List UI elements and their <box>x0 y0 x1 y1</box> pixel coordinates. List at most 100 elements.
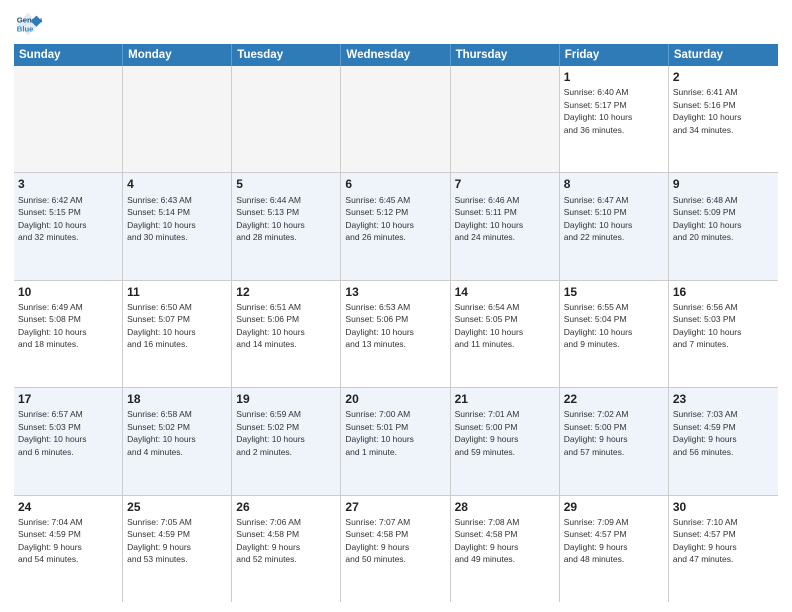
day-cell-20: 20 Sunrise: 7:00 AM Sunset: 5:01 PM Dayli… <box>341 388 450 494</box>
day-cell-4: 4 Sunrise: 6:43 AM Sunset: 5:14 PM Daylig… <box>123 173 232 279</box>
day-number: 21 <box>455 391 555 407</box>
calendar-body: 1 Sunrise: 6:40 AM Sunset: 5:17 PM Daylig… <box>14 66 778 602</box>
day-cell-19: 19Sunrise: 6:59 AM Sunset: 5:02 PM Dayli… <box>232 388 341 494</box>
day-cell-30: 30 Sunrise: 7:10 AM Sunset: 4:57 PM Dayli… <box>669 496 778 602</box>
day-cell-26: 26 Sunrise: 7:06 AM Sunset: 4:58 PM Dayli… <box>232 496 341 602</box>
day-number: 28 <box>455 499 555 515</box>
day-number: 18 <box>127 391 227 407</box>
day-cell-25: 25 Sunrise: 7:05 AM Sunset: 4:59 PM Dayli… <box>123 496 232 602</box>
day-cell-8: 8 Sunrise: 6:47 AM Sunset: 5:10 PM Daylig… <box>560 173 669 279</box>
day-number: 25 <box>127 499 227 515</box>
day-cell-29: 29 Sunrise: 7:09 AM Sunset: 4:57 PM Dayli… <box>560 496 669 602</box>
day-info: Sunrise: 6:43 AM Sunset: 5:14 PM Dayligh… <box>127 195 196 242</box>
day-cell-18: 18 Sunrise: 6:58 AM Sunset: 5:02 PM Dayli… <box>123 388 232 494</box>
day-cell-21: 21Sunrise: 7:01 AM Sunset: 5:00 PM Dayli… <box>451 388 560 494</box>
day-cell-12: 12 Sunrise: 6:51 AM Sunset: 5:06 PM Dayli… <box>232 281 341 387</box>
day-number: 23 <box>673 391 774 407</box>
empty-cell-r0c1 <box>123 66 232 172</box>
day-number: 24 <box>18 499 118 515</box>
day-number: 4 <box>127 176 227 192</box>
day-number: 16 <box>673 284 774 300</box>
day-cell-17: 17Sunrise: 6:57 AM Sunset: 5:03 PM Dayli… <box>14 388 123 494</box>
header: General Blue <box>14 10 778 38</box>
day-number: 8 <box>564 176 664 192</box>
day-header-wednesday: Wednesday <box>341 44 450 66</box>
day-info: Sunrise: 7:08 AM Sunset: 4:58 PM Dayligh… <box>455 517 520 564</box>
day-cell-23: 23 Sunrise: 7:03 AM Sunset: 4:59 PM Dayli… <box>669 388 778 494</box>
day-info: Sunrise: 6:51 AM Sunset: 5:06 PM Dayligh… <box>236 302 305 349</box>
calendar-row-1: 3 Sunrise: 6:42 AM Sunset: 5:15 PM Daylig… <box>14 173 778 280</box>
day-cell-10: 10 Sunrise: 6:49 AM Sunset: 5:08 PM Dayli… <box>14 281 123 387</box>
day-cell-5: 5 Sunrise: 6:44 AM Sunset: 5:13 PM Daylig… <box>232 173 341 279</box>
day-info: Sunrise: 6:55 AM Sunset: 5:04 PM Dayligh… <box>564 302 633 349</box>
day-number: 14 <box>455 284 555 300</box>
day-cell-9: 9Sunrise: 6:48 AM Sunset: 5:09 PM Daylig… <box>669 173 778 279</box>
empty-cell-r0c3 <box>341 66 450 172</box>
day-info: Sunrise: 7:06 AM Sunset: 4:58 PM Dayligh… <box>236 517 301 564</box>
day-header-friday: Friday <box>560 44 669 66</box>
calendar-row-3: 17Sunrise: 6:57 AM Sunset: 5:03 PM Dayli… <box>14 388 778 495</box>
day-info: Sunrise: 6:58 AM Sunset: 5:02 PM Dayligh… <box>127 409 196 456</box>
day-info: Sunrise: 7:05 AM Sunset: 4:59 PM Dayligh… <box>127 517 192 564</box>
day-number: 30 <box>673 499 774 515</box>
empty-cell-r0c0 <box>14 66 123 172</box>
day-number: 6 <box>345 176 445 192</box>
day-cell-24: 24 Sunrise: 7:04 AM Sunset: 4:59 PM Dayli… <box>14 496 123 602</box>
day-cell-13: 13Sunrise: 6:53 AM Sunset: 5:06 PM Dayli… <box>341 281 450 387</box>
day-cell-16: 16Sunrise: 6:56 AM Sunset: 5:03 PM Dayli… <box>669 281 778 387</box>
day-info: Sunrise: 6:54 AM Sunset: 5:05 PM Dayligh… <box>455 302 524 349</box>
day-header-saturday: Saturday <box>669 44 778 66</box>
day-info: Sunrise: 7:04 AM Sunset: 4:59 PM Dayligh… <box>18 517 83 564</box>
day-info: Sunrise: 6:44 AM Sunset: 5:13 PM Dayligh… <box>236 195 305 242</box>
day-number: 26 <box>236 499 336 515</box>
day-info: Sunrise: 6:59 AM Sunset: 5:02 PM Dayligh… <box>236 409 305 456</box>
day-info: Sunrise: 7:03 AM Sunset: 4:59 PM Dayligh… <box>673 409 738 456</box>
day-number: 12 <box>236 284 336 300</box>
day-info: Sunrise: 6:48 AM Sunset: 5:09 PM Dayligh… <box>673 195 742 242</box>
day-info: Sunrise: 6:45 AM Sunset: 5:12 PM Dayligh… <box>345 195 414 242</box>
day-info: Sunrise: 6:47 AM Sunset: 5:10 PM Dayligh… <box>564 195 633 242</box>
day-cell-22: 22 Sunrise: 7:02 AM Sunset: 5:00 PM Dayli… <box>560 388 669 494</box>
day-number: 22 <box>564 391 664 407</box>
day-cell-7: 7Sunrise: 6:46 AM Sunset: 5:11 PM Daylig… <box>451 173 560 279</box>
day-info: Sunrise: 6:46 AM Sunset: 5:11 PM Dayligh… <box>455 195 524 242</box>
day-info: Sunrise: 7:00 AM Sunset: 5:01 PM Dayligh… <box>345 409 414 456</box>
day-number: 2 <box>673 69 774 85</box>
logo-icon: General Blue <box>14 10 42 38</box>
day-number: 10 <box>18 284 118 300</box>
day-number: 11 <box>127 284 227 300</box>
day-number: 3 <box>18 176 118 192</box>
day-info: Sunrise: 7:10 AM Sunset: 4:57 PM Dayligh… <box>673 517 738 564</box>
day-number: 1 <box>564 69 664 85</box>
day-number: 5 <box>236 176 336 192</box>
day-header-thursday: Thursday <box>451 44 560 66</box>
day-info: Sunrise: 6:50 AM Sunset: 5:07 PM Dayligh… <box>127 302 196 349</box>
day-number: 17 <box>18 391 118 407</box>
day-header-sunday: Sunday <box>14 44 123 66</box>
day-cell-28: 28 Sunrise: 7:08 AM Sunset: 4:58 PM Dayli… <box>451 496 560 602</box>
day-info: Sunrise: 7:09 AM Sunset: 4:57 PM Dayligh… <box>564 517 629 564</box>
day-number: 20 <box>345 391 445 407</box>
day-info: Sunrise: 6:42 AM Sunset: 5:15 PM Dayligh… <box>18 195 87 242</box>
day-cell-11: 11 Sunrise: 6:50 AM Sunset: 5:07 PM Dayli… <box>123 281 232 387</box>
day-info: Sunrise: 6:49 AM Sunset: 5:08 PM Dayligh… <box>18 302 87 349</box>
calendar-row-4: 24 Sunrise: 7:04 AM Sunset: 4:59 PM Dayli… <box>14 496 778 602</box>
day-cell-27: 27Sunrise: 7:07 AM Sunset: 4:58 PM Dayli… <box>341 496 450 602</box>
calendar-row-0: 1 Sunrise: 6:40 AM Sunset: 5:17 PM Daylig… <box>14 66 778 173</box>
empty-cell-r0c2 <box>232 66 341 172</box>
day-number: 15 <box>564 284 664 300</box>
day-cell-2: 2Sunrise: 6:41 AM Sunset: 5:16 PM Daylig… <box>669 66 778 172</box>
day-number: 27 <box>345 499 445 515</box>
day-header-monday: Monday <box>123 44 232 66</box>
calendar-header: SundayMondayTuesdayWednesdayThursdayFrid… <box>14 44 778 66</box>
day-number: 29 <box>564 499 664 515</box>
day-header-tuesday: Tuesday <box>232 44 341 66</box>
logo: General Blue <box>14 10 44 38</box>
day-info: Sunrise: 7:02 AM Sunset: 5:00 PM Dayligh… <box>564 409 629 456</box>
empty-cell-r0c4 <box>451 66 560 172</box>
day-info: Sunrise: 6:40 AM Sunset: 5:17 PM Dayligh… <box>564 87 633 134</box>
calendar-row-2: 10 Sunrise: 6:49 AM Sunset: 5:08 PM Dayli… <box>14 281 778 388</box>
day-cell-6: 6 Sunrise: 6:45 AM Sunset: 5:12 PM Daylig… <box>341 173 450 279</box>
day-cell-15: 15 Sunrise: 6:55 AM Sunset: 5:04 PM Dayli… <box>560 281 669 387</box>
day-info: Sunrise: 6:53 AM Sunset: 5:06 PM Dayligh… <box>345 302 414 349</box>
